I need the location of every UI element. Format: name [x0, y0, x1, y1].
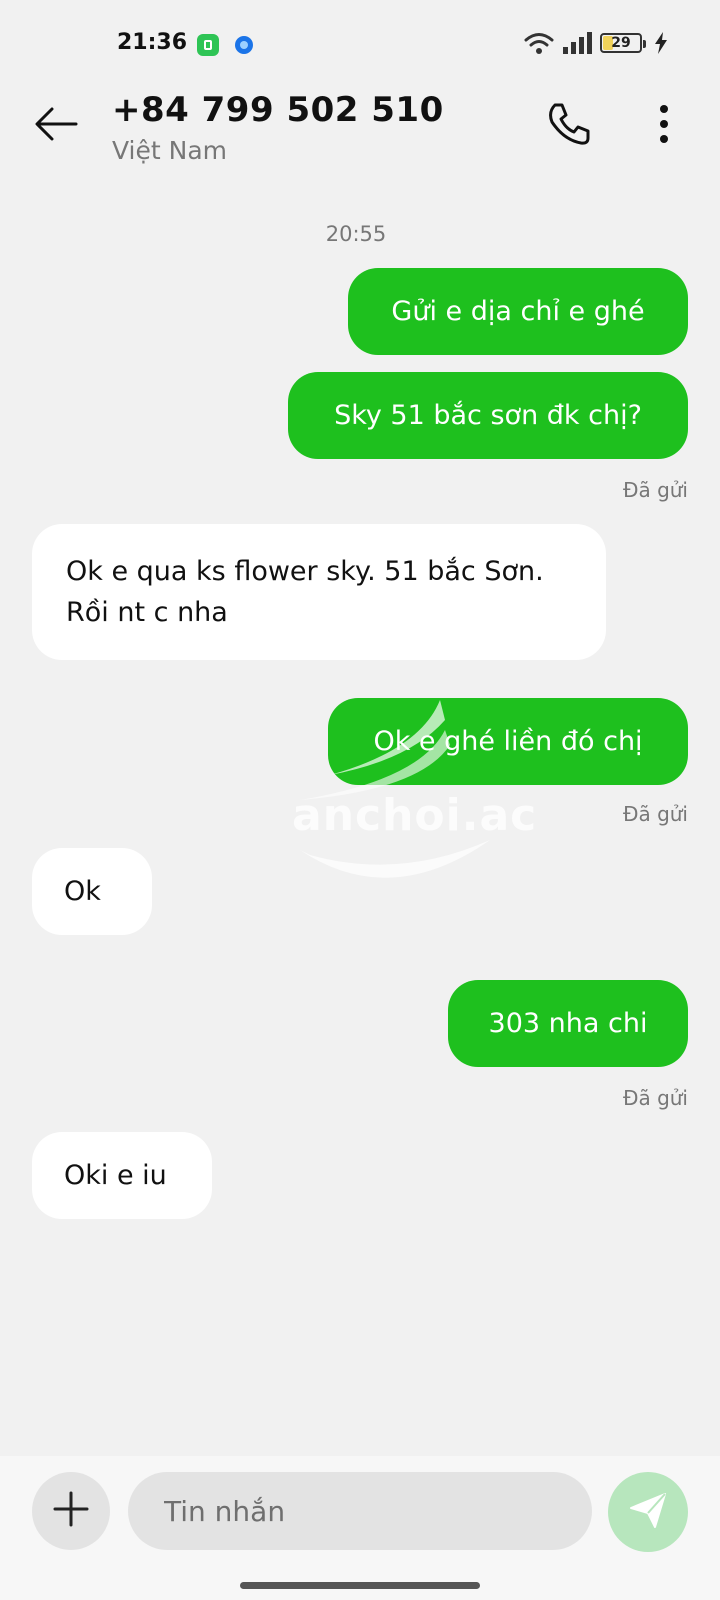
watermark-text: anchoi.ac: [292, 790, 538, 841]
app-notification-icon-2: [235, 36, 253, 54]
time-separator: 20:55: [325, 222, 387, 246]
battery-icon: 29: [600, 33, 646, 53]
add-attachment-button[interactable]: [32, 1472, 110, 1550]
message-status: Đã gửi: [622, 1086, 688, 1110]
message-status: Đã gửi: [622, 478, 688, 502]
incoming-message[interactable]: Ok: [32, 848, 152, 935]
conversation-header: +84 799 502 510 Việt Nam: [0, 88, 720, 178]
outgoing-message[interactable]: Gửi e dịa chỉ e ghé: [348, 268, 688, 355]
back-button[interactable]: [28, 98, 84, 154]
message-input[interactable]: [128, 1472, 592, 1550]
outgoing-message[interactable]: 303 nha chi: [448, 980, 688, 1067]
message-status: Đã gửi: [622, 802, 688, 826]
more-vert-icon: [659, 104, 669, 148]
wifi-icon: [524, 31, 554, 55]
outgoing-message[interactable]: Sky 51 bắc sơn đk chị?: [288, 372, 688, 459]
signal-icon: [562, 32, 592, 54]
incoming-message[interactable]: Oki e iu: [32, 1132, 212, 1219]
app-notification-icon: [197, 34, 219, 56]
status-bar: 21:36 29: [0, 0, 720, 90]
back-arrow-icon: [34, 106, 78, 146]
charging-icon: [654, 32, 668, 54]
phone-icon: [546, 102, 590, 150]
message-composer: [0, 1456, 720, 1600]
send-icon: [628, 1490, 668, 1534]
contact-number: +84 799 502 510: [112, 90, 444, 130]
battery-percentage: 29: [611, 35, 631, 51]
home-indicator[interactable]: [240, 1582, 480, 1589]
send-button[interactable]: [608, 1472, 688, 1552]
contact-country: Việt Nam: [112, 136, 228, 165]
watermark: anchoi.ac: [270, 690, 536, 890]
call-button[interactable]: [540, 98, 596, 154]
plus-icon: [53, 1491, 89, 1531]
incoming-message[interactable]: Ok e qua ks flower sky. 51 bắc Sơn. Rồi …: [32, 524, 606, 660]
status-time: 21:36: [117, 30, 188, 55]
more-options-button[interactable]: [636, 98, 692, 154]
